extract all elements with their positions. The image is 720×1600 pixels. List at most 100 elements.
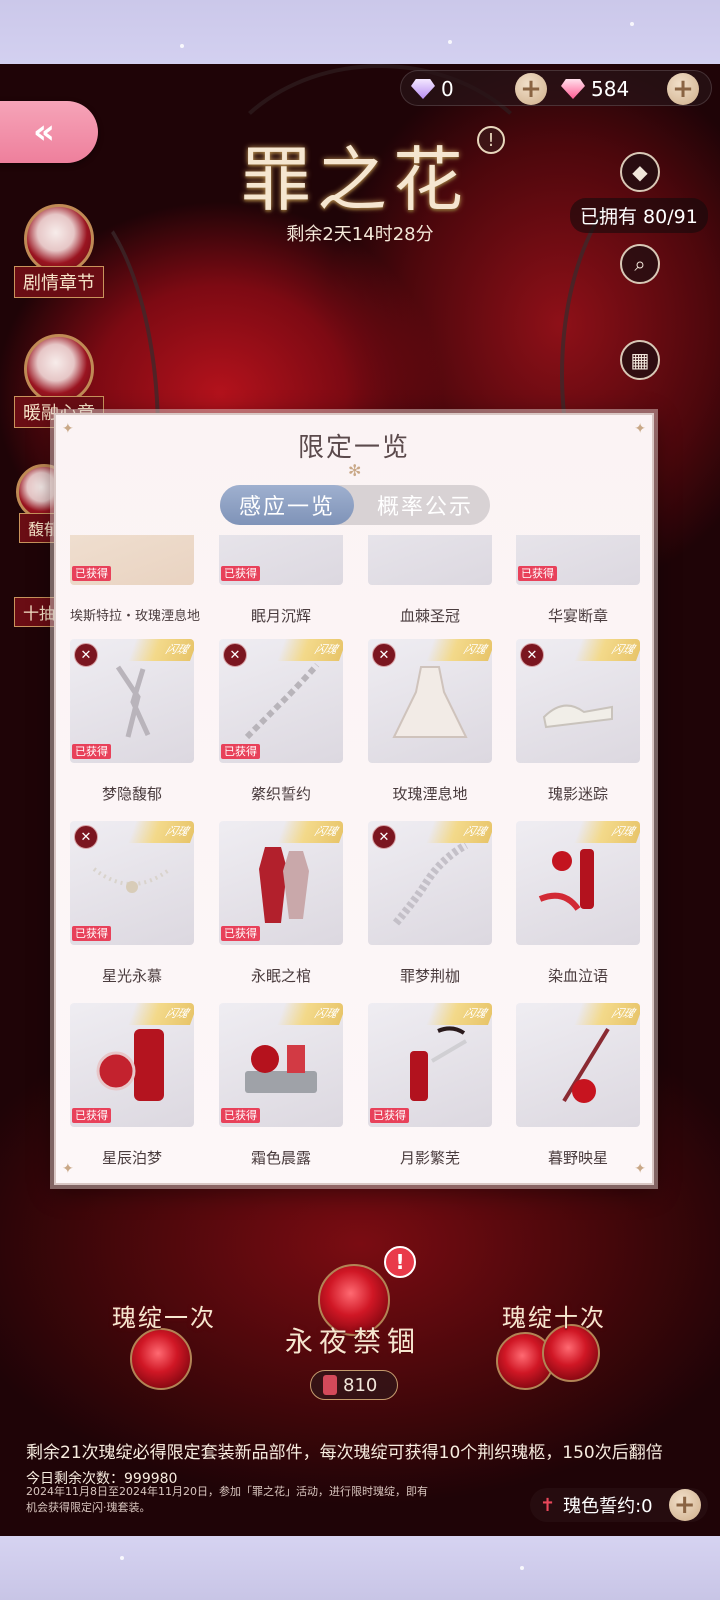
item-grid: 已获得 埃斯特拉・玫瑰湮息地 已获得 眠月沉辉 血棘圣冠 已获得 华宴断章 闪瑰… bbox=[70, 535, 642, 1175]
item-card[interactable]: 闪瑰 ✕ 玫瑰湮息地 bbox=[368, 639, 494, 804]
item-thumbnail: 闪瑰 ✕ 已获得 bbox=[70, 821, 194, 945]
item-thumbnail: 闪瑰 ✕ 已获得 bbox=[219, 639, 343, 763]
sparkle bbox=[448, 40, 452, 44]
item-thumbnail: 闪瑰 ✕ bbox=[368, 639, 492, 763]
shine-badge: 闪瑰 bbox=[425, 821, 492, 843]
obtained-tag: 已获得 bbox=[221, 1108, 260, 1123]
gloves-icon bbox=[115, 665, 151, 738]
item-card[interactable]: 闪瑰 已获得 霜色晨露 bbox=[219, 1003, 345, 1168]
item-thumbnail: 闪瑰 已获得 bbox=[219, 821, 343, 945]
shine-badge: 闪瑰 bbox=[425, 1003, 492, 1025]
search-icon: ⌕ bbox=[634, 252, 646, 276]
item-name: 罪梦荆枷 bbox=[399, 967, 460, 985]
top-status-band bbox=[0, 0, 720, 64]
alert-button[interactable]: ◆ bbox=[620, 152, 660, 192]
thorn-cross-icon: ✝ bbox=[540, 1494, 556, 1516]
pull-cost: 810 bbox=[310, 1370, 398, 1400]
obtained-tag: 已获得 bbox=[72, 926, 111, 941]
item-card[interactable]: 闪瑰 已获得 永眠之棺 bbox=[219, 821, 345, 986]
obtained-tag: 已获得 bbox=[518, 566, 557, 581]
gacha-screen: 0 + 584 + « 罪之花 ! 剩余2天14时28分 剧情章节 暖融心章 馥… bbox=[0, 64, 720, 1536]
item-name: 月影繁芜 bbox=[399, 1149, 460, 1167]
info-icon[interactable]: ! bbox=[477, 126, 505, 154]
obtained-tag: 已获得 bbox=[72, 1108, 111, 1123]
pull-cost-value: 810 bbox=[343, 1374, 378, 1396]
vanity-set-icon bbox=[245, 1045, 317, 1093]
item-thumbnail bbox=[368, 535, 492, 585]
alert-badge-icon: ! bbox=[384, 1246, 416, 1278]
compact-icon bbox=[96, 1029, 164, 1101]
portrait-emblem-icon bbox=[24, 334, 94, 404]
alert-icon: ◆ bbox=[632, 160, 648, 184]
item-name: 梦隐馥郁 bbox=[101, 785, 162, 803]
thorn-shackle-icon bbox=[392, 841, 469, 926]
tools-icon: ✕ bbox=[520, 643, 544, 667]
item-card[interactable]: 闪瑰 已获得 星辰泊梦 bbox=[70, 1003, 196, 1168]
tools-icon: ✕ bbox=[223, 643, 247, 667]
shine-badge: 闪瑰 bbox=[127, 1003, 194, 1025]
item-card[interactable]: 闪瑰 ✕ 瑰影迷踪 bbox=[516, 639, 642, 804]
item-card[interactable]: 闪瑰 ✕ 已获得 梦隐馥郁 bbox=[70, 639, 196, 804]
item-name: 暮野映星 bbox=[547, 1149, 608, 1167]
item-thumbnail: 闪瑰 ✕ bbox=[516, 639, 640, 763]
item-card[interactable]: 闪瑰 暮野映星 bbox=[516, 1003, 642, 1168]
item-card[interactable]: 闪瑰 已获得 月影繁芜 bbox=[368, 1003, 494, 1168]
rose-pact-counter: ✝ 瑰色誓约:0 + bbox=[530, 1488, 708, 1522]
item-name: 星辰泊梦 bbox=[101, 1149, 162, 1167]
tab-overview[interactable]: 感应一览 bbox=[220, 485, 354, 525]
sparkle bbox=[520, 1566, 524, 1570]
shine-badge: 闪瑰 bbox=[276, 1003, 343, 1025]
shine-badge: 闪瑰 bbox=[276, 639, 343, 661]
panel-title: 限定一览 bbox=[297, 433, 410, 463]
rose-pact-label: 瑰色誓约:0 bbox=[563, 1496, 653, 1517]
side-button-story-chapter[interactable]: 剧情章节 bbox=[14, 204, 104, 298]
event-description-line: 机会获得限定闪·瑰套装。 bbox=[26, 1501, 151, 1514]
obtained-tag: 已获得 bbox=[72, 744, 111, 759]
tools-icon: ✕ bbox=[372, 643, 396, 667]
item-thumbnail: 闪瑰 ✕ bbox=[368, 821, 492, 945]
search-button[interactable]: ⌕ bbox=[620, 244, 660, 284]
side-button-label: 剧情章节 bbox=[14, 266, 104, 298]
item-thumbnail: 已获得 bbox=[516, 535, 640, 585]
item-thumbnail: 闪瑰 已获得 bbox=[219, 1003, 343, 1127]
obtained-tag: 已获得 bbox=[72, 566, 111, 581]
item-card[interactable]: 闪瑰 ✕ 已获得 星光永慕 bbox=[70, 821, 196, 986]
item-card[interactable]: 血棘圣冠 bbox=[368, 535, 494, 626]
pink-diamond-icon bbox=[561, 79, 585, 99]
item-card[interactable]: 闪瑰 染血泣语 bbox=[516, 821, 642, 986]
shoes-icon bbox=[542, 704, 613, 729]
item-name: 玫瑰湮息地 bbox=[392, 785, 468, 803]
item-card[interactable]: 已获得 埃斯特拉・玫瑰湮息地 bbox=[70, 535, 201, 624]
item-card[interactable]: 闪瑰 ✕ 已获得 綮织誓约 bbox=[219, 639, 345, 804]
item-thumbnail: 闪瑰 ✕ 已获得 bbox=[70, 639, 194, 763]
pool-name: 永夜禁锢 bbox=[285, 1325, 422, 1358]
item-thumbnail: 已获得 bbox=[70, 535, 194, 585]
add-purple-diamond-button[interactable]: + bbox=[515, 73, 547, 105]
dress-icon bbox=[392, 666, 468, 738]
tools-icon: ✕ bbox=[74, 643, 98, 667]
obtained-tag: 已获得 bbox=[221, 744, 260, 759]
obtained-tag: 已获得 bbox=[221, 566, 260, 581]
back-button[interactable]: « bbox=[0, 101, 98, 163]
rose-icon bbox=[130, 1328, 192, 1390]
item-name: 埃斯特拉・玫瑰湮息地 bbox=[70, 609, 201, 624]
item-thumbnail: 闪瑰 已获得 bbox=[70, 1003, 194, 1127]
tools-icon: ✕ bbox=[372, 825, 396, 849]
item-card[interactable]: 闪瑰 ✕ 罪梦荆枷 bbox=[368, 821, 494, 986]
coffin-icon bbox=[259, 847, 309, 923]
rose-emblem-icon bbox=[24, 204, 94, 274]
item-card[interactable]: 已获得 华宴断章 bbox=[516, 535, 642, 626]
shine-badge: 闪瑰 bbox=[573, 821, 640, 843]
shine-badge: 闪瑰 bbox=[127, 639, 194, 661]
add-pink-diamond-button[interactable]: + bbox=[667, 73, 699, 105]
calendar-button[interactable]: ▦ bbox=[620, 340, 660, 380]
pull-once-label: 瑰绽一次 bbox=[112, 1304, 216, 1332]
sparkle bbox=[630, 22, 634, 26]
tab-probability[interactable]: 概率公示 bbox=[360, 485, 490, 525]
item-thumbnail: 闪瑰 bbox=[516, 1003, 640, 1127]
add-pact-button[interactable]: + bbox=[668, 1489, 701, 1521]
shine-badge: 闪瑰 bbox=[573, 639, 640, 661]
item-card[interactable]: 已获得 眠月沉辉 bbox=[219, 535, 345, 626]
currency-purple: 0 bbox=[411, 71, 454, 107]
item-name: 霜色晨露 bbox=[250, 1149, 311, 1167]
